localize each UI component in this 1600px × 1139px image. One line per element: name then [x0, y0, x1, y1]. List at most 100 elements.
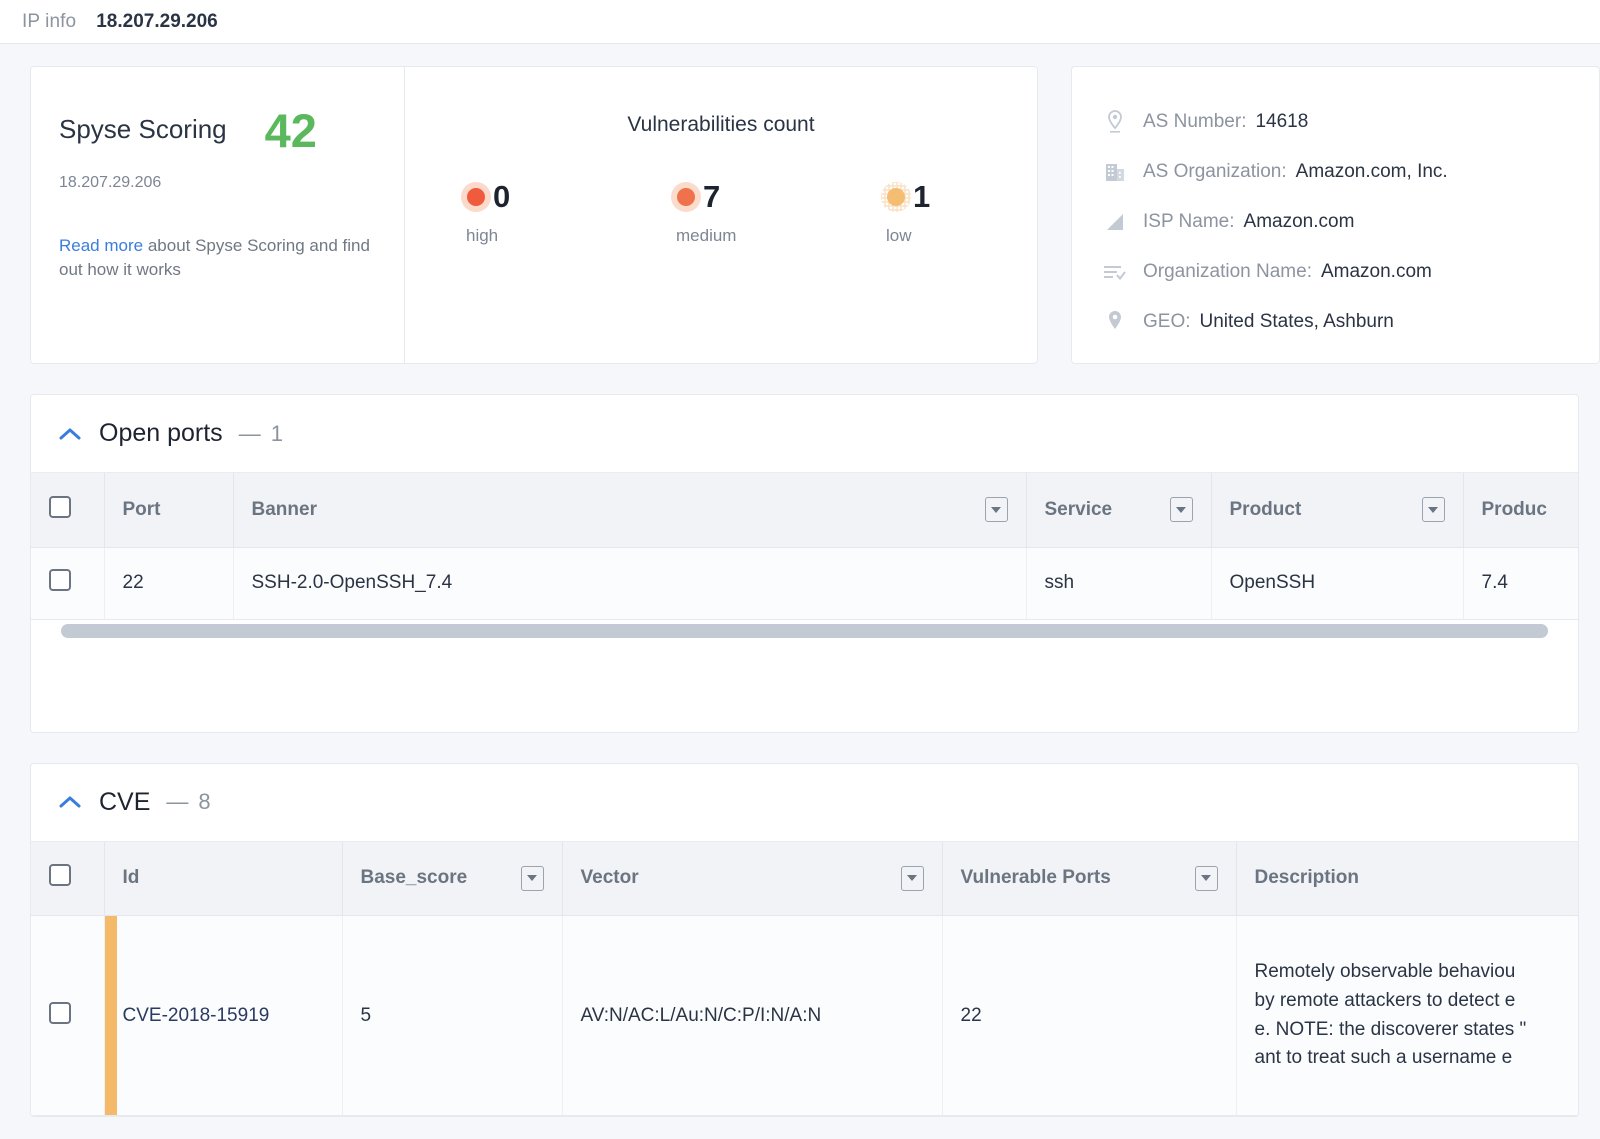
vector-filter-icon[interactable] — [900, 865, 924, 891]
vulnerabilities-panel: Vulnerabilities count 0 high 7 medium 1 … — [405, 67, 1037, 363]
scoring-description: Read more about Spyse Scoring and find o… — [59, 234, 389, 282]
ip-detail-value: United States, Ashburn — [1199, 311, 1394, 332]
vulnerability-low-label: low — [886, 226, 912, 245]
banner-filter-icon[interactable] — [984, 497, 1008, 523]
cve-select-all-header — [31, 841, 105, 916]
column-label: Port — [122, 498, 161, 520]
select-all-checkbox[interactable] — [49, 495, 71, 518]
ip-detail-value: Amazon.com — [1320, 261, 1432, 282]
cve-header-row: Id Base_score Vector Vulnerable Ports De… — [31, 841, 1578, 916]
product-filter-icon[interactable] — [1421, 497, 1445, 523]
vulnerable-ports-filter-icon[interactable] — [1194, 865, 1218, 891]
severity-high-dot-icon — [461, 181, 491, 212]
open-ports-header[interactable]: Open ports —1 — [31, 395, 1578, 473]
open-ports-col-product-version: Produc — [1463, 473, 1578, 548]
open-ports-count: —1 — [238, 420, 283, 446]
ip-detail-value: Amazon.com — [1243, 211, 1355, 232]
vulnerability-high-label: high — [466, 226, 499, 245]
cve-count: —8 — [166, 789, 211, 814]
open-ports-col-product: Product — [1211, 473, 1464, 548]
select-all-checkbox[interactable] — [49, 864, 71, 887]
vulnerability-low: 1 low — [837, 181, 1037, 246]
open-ports-header-row: Port Banner Service Product Produc — [31, 473, 1578, 548]
open-ports-table: Port Banner Service Product Produc 22 SS… — [31, 473, 1578, 620]
row-checkbox[interactable] — [49, 1001, 71, 1024]
ip-detail-key: ISP Name: — [1143, 211, 1235, 232]
open-ports-col-service: Service — [1026, 473, 1212, 548]
cell-product-version: 7.4 — [1463, 547, 1578, 620]
description-line: Remotely observable behaviou — [1254, 960, 1516, 982]
column-label: Base_score — [360, 867, 468, 889]
ip-detail-value: Amazon.com, Inc. — [1295, 161, 1448, 182]
open-ports-section: Open ports —1 Port Banner Service Produc… — [30, 394, 1579, 733]
cve-section: CVE —8 Id Base_score Vector Vulnerable P… — [30, 762, 1579, 1117]
row-select-cell — [31, 547, 105, 620]
service-filter-icon[interactable] — [1169, 497, 1193, 523]
column-label: Vector — [580, 867, 639, 889]
open-ports-col-port: Port — [104, 473, 234, 548]
building-icon — [1102, 159, 1128, 185]
signal-triangle-icon — [1102, 209, 1128, 235]
scrollbar-thumb[interactable] — [61, 623, 1548, 638]
column-label: Produc — [1481, 498, 1547, 520]
cell-vulnerable-ports: 22 — [942, 915, 1237, 1116]
map-pin-filled-icon — [1102, 309, 1128, 335]
cve-title: CVE — [99, 787, 151, 816]
vulnerability-medium-label: medium — [676, 226, 737, 245]
cell-product: OpenSSH — [1211, 547, 1464, 620]
page-title-label: IP info — [22, 10, 77, 32]
ip-detail-key: AS Organization: — [1143, 161, 1287, 182]
cve-col-base-score: Base_score — [342, 841, 563, 916]
cve-id-link[interactable]: CVE-2018-15919 — [123, 1005, 270, 1026]
ip-detail-isp-name: ISP Name: Amazon.com — [1102, 197, 1599, 247]
chevron-up-icon[interactable] — [57, 421, 83, 447]
column-label: Vulnerable Ports — [960, 867, 1111, 889]
ip-detail-organization-name: Organization Name: Amazon.com — [1102, 247, 1599, 297]
ip-detail-geo: GEO: United States, Ashburn — [1102, 297, 1599, 347]
cell-vector: AV:N/AC:L/Au:N/C:P/I:N/A:N — [562, 915, 943, 1116]
cve-col-description: Description — [1236, 841, 1578, 916]
scoring-title: Spyse Scoring — [59, 114, 227, 144]
ip-detail-as-organization: AS Organization: Amazon.com, Inc. — [1102, 147, 1599, 197]
cve-col-id: Id — [104, 841, 343, 916]
base-score-filter-icon[interactable] — [520, 865, 544, 891]
column-label: Description — [1254, 867, 1360, 889]
cell-banner: SSH-2.0-OpenSSH_7.4 — [233, 547, 1027, 620]
cell-service: ssh — [1026, 547, 1212, 620]
description-line: e. NOTE: the discoverer states " — [1254, 1018, 1527, 1040]
scoring-header: Spyse Scoring 42 — [59, 107, 404, 154]
open-ports-title: Open ports — [99, 419, 223, 447]
cve-col-vector: Vector — [562, 841, 943, 916]
cell-port: 22 — [104, 547, 234, 620]
summary-cards-row: Spyse Scoring 42 18.207.29.206 Read more… — [0, 44, 1600, 364]
cve-header[interactable]: CVE —8 — [31, 764, 1578, 842]
column-label: Service — [1044, 498, 1113, 520]
chevron-up-icon[interactable] — [57, 789, 83, 815]
vulnerability-medium: 7 medium — [637, 181, 837, 246]
ip-detail-as-number: AS Number: 14618 — [1102, 97, 1599, 147]
column-label: Id — [122, 867, 140, 889]
vulnerability-low-count: 1 — [913, 179, 931, 214]
table-row[interactable]: 22 SSH-2.0-OpenSSH_7.4 ssh OpenSSH 7.4 — [31, 547, 1578, 620]
column-label: Product — [1229, 498, 1302, 520]
cell-base-score: 5 — [342, 915, 563, 1116]
open-ports-horizontal-scrollbar[interactable] — [31, 619, 1578, 642]
column-label: Banner — [251, 498, 317, 520]
list-check-icon — [1102, 259, 1128, 285]
vulnerability-high: 0 high — [437, 181, 637, 246]
page-title-ip: 18.207.29.206 — [96, 10, 218, 32]
scoring-and-vulnerabilities-card: Spyse Scoring 42 18.207.29.206 Read more… — [30, 66, 1038, 364]
read-more-link[interactable]: Read more — [59, 236, 143, 255]
ip-detail-key: GEO: — [1143, 311, 1191, 332]
severity-medium-dot-icon — [671, 181, 701, 212]
row-checkbox[interactable] — [49, 569, 71, 591]
ip-details-card: AS Number: 14618 AS Organization: Amazon… — [1071, 66, 1600, 364]
ip-detail-key: AS Number: — [1143, 111, 1247, 132]
vulnerabilities-items: 0 high 7 medium 1 low — [405, 181, 1037, 246]
description-line: ant to treat such a username e — [1254, 1047, 1513, 1069]
scoring-value: 42 — [264, 104, 317, 157]
table-row[interactable]: CVE-2018-15919 5 AV:N/AC:L/Au:N/C:P/I:N/… — [31, 915, 1578, 1116]
map-pin-outline-icon — [1102, 109, 1128, 135]
row-select-cell — [31, 915, 105, 1116]
open-ports-select-all-header — [31, 473, 105, 548]
